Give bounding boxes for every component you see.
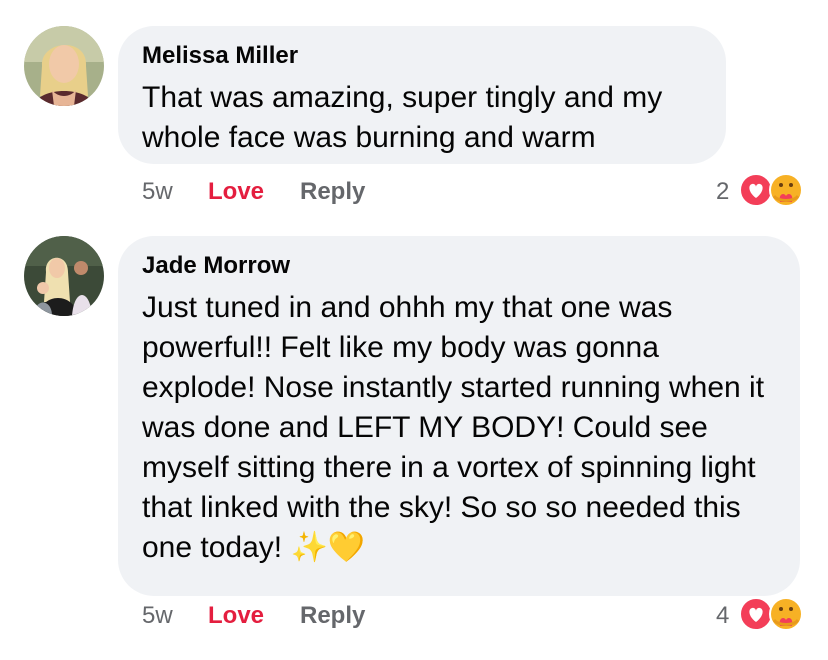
reaction-count: 2 — [716, 178, 730, 205]
comment-actions: 5w Love Reply — [142, 602, 442, 630]
reaction-summary[interactable]: 4 — [716, 596, 808, 636]
comment-author[interactable]: Jade Morrow — [142, 252, 776, 280]
comment-item: Jade Morrow Just tuned in and ohhh my th… — [0, 220, 828, 660]
comment-age[interactable]: 5w — [142, 602, 173, 630]
comment-age[interactable]: 5w — [142, 178, 173, 206]
avatar[interactable] — [24, 236, 104, 316]
comment-actions: 5w Love Reply — [142, 178, 442, 206]
comment-bubble: Melissa Miller That was amazing, super t… — [118, 26, 726, 164]
comment-text: That was amazing, super tingly and my wh… — [142, 81, 663, 154]
avatar[interactable] — [24, 26, 104, 106]
love-button[interactable]: Love — [208, 602, 264, 630]
reply-button[interactable]: Reply — [300, 178, 365, 206]
comment-author[interactable]: Melissa Miller — [142, 42, 702, 70]
care-reaction-icon — [769, 597, 803, 631]
love-button[interactable]: Love — [208, 178, 264, 206]
comment-text: Just tuned in and ohhh my that one was p… — [142, 291, 765, 564]
comment-bubble: Jade Morrow Just tuned in and ohhh my th… — [118, 236, 800, 596]
reaction-count: 4 — [716, 602, 730, 629]
reply-button[interactable]: Reply — [300, 602, 365, 630]
reaction-summary[interactable]: 2 — [716, 172, 808, 212]
care-reaction-icon — [769, 173, 803, 207]
comment-item: Melissa Miller That was amazing, super t… — [0, 0, 828, 220]
